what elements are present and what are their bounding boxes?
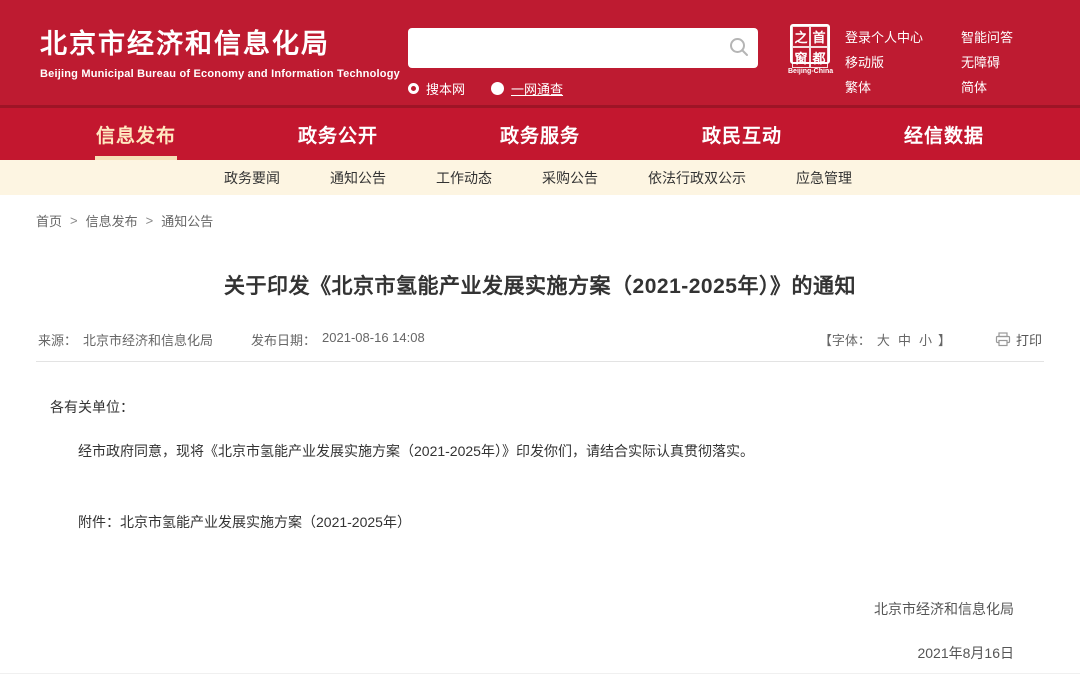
seal-char: 之 — [792, 26, 810, 47]
seal-char: 窗 — [792, 47, 810, 68]
site-subtitle-en: Beijing Municipal Bureau of Economy and … — [40, 68, 400, 80]
site-identity: 北京市经济和信息化局 Beijing Municipal Bureau of E… — [40, 22, 400, 80]
subnav-item-government-news[interactable]: 政务要闻 — [224, 168, 280, 188]
print-label[interactable]: 打印 — [1016, 330, 1042, 349]
search-scope-options: 搜本网 一网通查 — [408, 79, 758, 98]
body-paragraph: 经市政府同意，现将《北京市氢能产业发展实施方案（2021-2025年）》印发你们… — [50, 440, 1030, 462]
nav-item-public-interaction[interactable]: 政民互动 — [641, 108, 843, 160]
subnav-item-work-updates[interactable]: 工作动态 — [436, 168, 492, 188]
nav-item-government-disclosure[interactable]: 政务公开 — [237, 108, 439, 160]
seal-caption: Beijing-China — [788, 68, 832, 75]
beijing-china-seal-logo[interactable]: 之 首 窗 都 Beijing-China — [788, 24, 832, 75]
nav-item-government-services[interactable]: 政务服务 — [439, 108, 641, 160]
printer-icon — [995, 332, 1011, 347]
breadcrumb-information-release[interactable]: 信息发布 — [86, 211, 138, 230]
attachment-line[interactable]: 附件：北京市氢能产业发展实施方案（2021-2025年） — [50, 511, 1030, 533]
nav-item-information-release[interactable]: 信息发布 — [35, 108, 237, 160]
page-bottom-divider — [0, 673, 1080, 674]
font-size-small-button[interactable]: 小 — [917, 330, 934, 349]
radio-dot-icon[interactable] — [491, 82, 504, 95]
font-size-prefix: 【字体： — [819, 330, 871, 349]
source-value: 北京市经济和信息化局 — [83, 330, 213, 349]
salutation: 各有关单位： — [50, 396, 1030, 418]
meta-publish-date: 发布日期： 2021-08-16 14:08 — [251, 330, 425, 349]
search-input[interactable] — [418, 28, 718, 68]
site-title: 北京市经济和信息化局 — [40, 22, 400, 61]
breadcrumb-separator: > — [146, 213, 154, 228]
link-simplified-chinese[interactable]: 简体 — [961, 77, 1013, 96]
article-title: 关于印发《北京市氢能产业发展实施方案（2021-2025年）》的通知 — [26, 270, 1054, 300]
breadcrumb-separator: > — [70, 213, 78, 228]
seal-char: 都 — [810, 47, 828, 68]
date-value: 2021-08-16 14:08 — [322, 330, 425, 349]
link-accessibility[interactable]: 无障碍 — [961, 52, 1013, 71]
source-label: 来源： — [38, 330, 77, 349]
link-smart-qa[interactable]: 智能问答 — [961, 27, 1013, 46]
search-icon — [728, 36, 750, 58]
radio-ring-icon[interactable] — [408, 83, 419, 94]
subnav-item-notices[interactable]: 通知公告 — [330, 168, 386, 188]
breadcrumb-home[interactable]: 首页 — [36, 211, 62, 230]
font-size-control: 【字体： 大 中 小 】 — [819, 330, 951, 349]
seal-char: 首 — [810, 26, 828, 47]
date-label: 发布日期： — [251, 330, 316, 349]
meta-source: 来源： 北京市经济和信息化局 — [38, 330, 213, 349]
search-button[interactable] — [726, 35, 752, 61]
search-box — [408, 28, 758, 68]
site-header: 北京市经济和信息化局 Beijing Municipal Bureau of E… — [0, 0, 1080, 105]
scope-option-label[interactable]: 搜本网 — [426, 79, 465, 98]
signature-date: 2021年8月16日 — [26, 643, 1014, 663]
signature-block: 北京市经济和信息化局 2021年8月16日 — [26, 599, 1014, 663]
meta-divider — [36, 361, 1044, 362]
subnav-item-dual-disclosure[interactable]: 依法行政双公示 — [648, 168, 746, 188]
subnav-item-procurement[interactable]: 采购公告 — [542, 168, 598, 188]
nav-item-economic-data[interactable]: 经信数据 — [843, 108, 1045, 160]
breadcrumb: 首页 > 信息发布 > 通知公告 — [36, 211, 1080, 230]
article-body: 各有关单位： 经市政府同意，现将《北京市氢能产业发展实施方案（2021-2025… — [50, 396, 1030, 533]
scope-option-unified[interactable]: 一网通查 — [491, 79, 563, 98]
meta-right: 【字体： 大 中 小 】 打印 — [819, 330, 1042, 349]
quick-links-col2: 智能问答 无障碍 简体 — [961, 27, 1013, 96]
sub-nav: 政务要闻 通知公告 工作动态 采购公告 依法行政双公示 应急管理 — [0, 160, 1080, 195]
signature-org: 北京市经济和信息化局 — [26, 599, 1014, 619]
article-meta-row: 来源： 北京市经济和信息化局 发布日期： 2021-08-16 14:08 【字… — [26, 330, 1054, 349]
meta-left: 来源： 北京市经济和信息化局 发布日期： 2021-08-16 14:08 — [38, 330, 425, 349]
font-size-large-button[interactable]: 大 — [875, 330, 892, 349]
search-area: 搜本网 一网通查 — [408, 28, 758, 98]
link-login-personal-center[interactable]: 登录个人中心 — [845, 27, 923, 46]
font-size-suffix: 】 — [938, 330, 951, 349]
scope-option-label[interactable]: 一网通查 — [511, 79, 563, 98]
main-nav: 信息发布 政务公开 政务服务 政民互动 经信数据 — [0, 108, 1080, 160]
header-quick-links: 登录个人中心 移动版 繁体 智能问答 无障碍 简体 — [845, 27, 1013, 96]
link-traditional-chinese[interactable]: 繁体 — [845, 77, 923, 96]
font-size-medium-button[interactable]: 中 — [896, 330, 913, 349]
article: 关于印发《北京市氢能产业发展实施方案（2021-2025年）》的通知 来源： 北… — [26, 270, 1054, 663]
scope-option-site[interactable]: 搜本网 — [408, 79, 465, 98]
link-mobile-version[interactable]: 移动版 — [845, 52, 923, 71]
quick-links-col1: 登录个人中心 移动版 繁体 — [845, 27, 923, 96]
subnav-item-emergency-management[interactable]: 应急管理 — [796, 168, 852, 188]
breadcrumb-notices[interactable]: 通知公告 — [161, 211, 213, 230]
seal-logo-grid: 之 首 窗 都 — [790, 24, 830, 64]
print-button[interactable]: 打印 — [995, 330, 1042, 349]
